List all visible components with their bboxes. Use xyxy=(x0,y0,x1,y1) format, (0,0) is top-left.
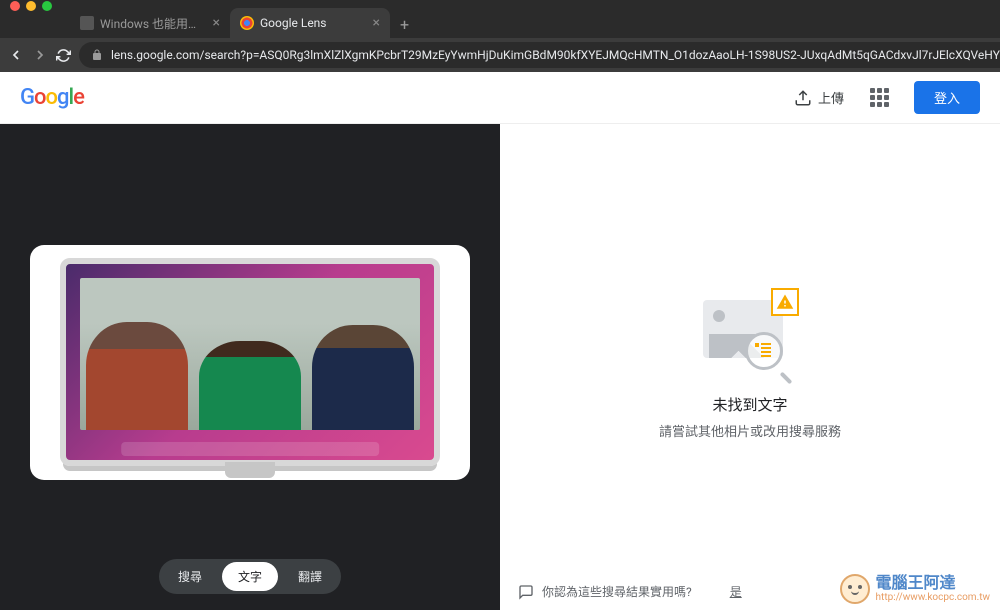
url-text: lens.google.com/search?p=ASQ0Rg3lmXlZlXg… xyxy=(111,48,1000,62)
apps-grid-icon[interactable] xyxy=(868,86,892,110)
reload-button[interactable] xyxy=(56,43,71,67)
tab-title: Google Lens xyxy=(260,16,367,30)
empty-subtitle: 請嘗試其他相片或改用搜尋服務 xyxy=(659,421,841,440)
mode-selector: 搜尋 文字 翻譯 xyxy=(159,559,341,594)
main-area: 搜尋 文字 翻譯 未找到文字 請嘗試其他相片或改用搜尋服務 你認為這些搜尋結果實… xyxy=(0,124,1000,610)
watermark-url: http://www.kocpc.com.tw xyxy=(876,592,990,603)
tab-background[interactable]: Windows 也能用蘋果的 Studio × xyxy=(70,8,230,38)
watermark: 電腦王阿達 http://www.kocpc.com.tw xyxy=(840,574,990,604)
image-pane: 搜尋 文字 翻譯 xyxy=(0,124,500,610)
window-close[interactable] xyxy=(10,1,20,11)
tab-title: Windows 也能用蘋果的 Studio xyxy=(100,15,207,32)
upload-label: 上傳 xyxy=(818,88,844,107)
browser-toolbar: lens.google.com/search?p=ASQ0Rg3lmXlZlXg… xyxy=(0,38,1000,72)
warning-icon xyxy=(771,288,799,316)
feedback-bar: 你認為這些搜尋結果實用嗎? 是 xyxy=(518,583,742,600)
google-logo[interactable]: Google xyxy=(20,85,84,110)
magnifier-icon xyxy=(745,332,791,378)
tab-active[interactable]: Google Lens × xyxy=(230,8,390,38)
empty-state-icon xyxy=(695,294,805,374)
feedback-icon xyxy=(518,584,534,600)
tab-close-icon[interactable]: × xyxy=(373,15,380,31)
tab-close-icon[interactable]: × xyxy=(213,15,220,31)
forward-button[interactable] xyxy=(32,43,48,67)
upload-icon xyxy=(794,89,812,107)
watermark-mascot xyxy=(840,574,870,604)
image-preview[interactable] xyxy=(30,245,470,480)
mode-translate[interactable]: 翻譯 xyxy=(282,562,338,591)
window-chrome xyxy=(0,0,1000,8)
favicon-icon xyxy=(80,16,94,30)
window-zoom[interactable] xyxy=(42,1,52,11)
favicon-icon xyxy=(240,16,254,30)
preview-monitor xyxy=(60,258,440,466)
watermark-name: 電腦王阿達 xyxy=(876,575,990,593)
empty-title: 未找到文字 xyxy=(712,394,787,415)
window-minimize[interactable] xyxy=(26,1,36,11)
signin-label: 登入 xyxy=(934,92,960,107)
results-pane: 未找到文字 請嘗試其他相片或改用搜尋服務 你認為這些搜尋結果實用嗎? 是 xyxy=(500,124,1000,610)
mode-search[interactable]: 搜尋 xyxy=(162,562,218,591)
back-button[interactable] xyxy=(8,43,24,67)
new-tab-button[interactable]: + xyxy=(390,10,419,38)
signin-button[interactable]: 登入 xyxy=(914,81,980,114)
tab-strip: Windows 也能用蘋果的 Studio × Google Lens × + xyxy=(0,8,1000,38)
address-bar[interactable]: lens.google.com/search?p=ASQ0Rg3lmXlZlXg… xyxy=(79,42,1000,68)
feedback-text: 你認為這些搜尋結果實用嗎? xyxy=(542,583,692,600)
app-header: Google 上傳 登入 xyxy=(0,72,1000,124)
upload-button[interactable]: 上傳 xyxy=(784,82,854,113)
lock-icon xyxy=(91,49,103,61)
mode-text[interactable]: 文字 xyxy=(222,562,278,591)
feedback-yes-link[interactable]: 是 xyxy=(730,583,742,600)
